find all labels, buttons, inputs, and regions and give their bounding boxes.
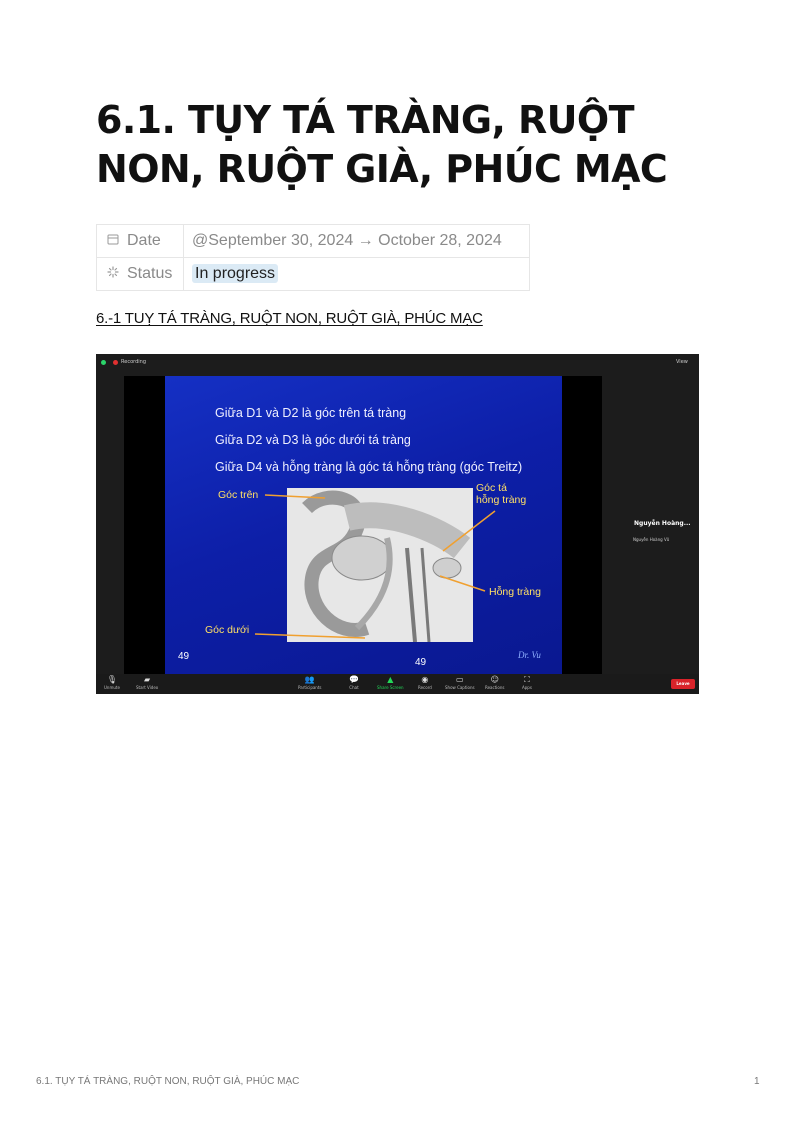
unmute-button[interactable]: 🎙 Unmute [104, 675, 120, 690]
label-goc-duoi: Góc dưới [205, 624, 250, 636]
microphone-muted-icon: 🎙 [106, 675, 118, 684]
presentation-slide: Giữa D1 và D2 là góc trên tá tràng Giữa … [165, 376, 562, 674]
apps-button[interactable]: ⛶ Apps [522, 675, 532, 690]
zoom-screenshot: Recording View Giữa D1 và D2 là góc trên… [96, 354, 699, 694]
property-value-status[interactable]: In progress [183, 257, 530, 291]
property-row-status: Status In progress [96, 257, 530, 291]
participants-button[interactable]: 👥 Participants [298, 675, 322, 690]
recording-label: Recording [121, 359, 147, 365]
slide-number-center: 49 [415, 657, 427, 668]
label-hong-trang: Hỗng tràng [489, 586, 541, 598]
label-goc-tren: Góc trên [218, 489, 259, 501]
start-video-button[interactable]: ▰ Start Video [136, 675, 158, 690]
zoom-top-bar: Recording View [96, 354, 699, 372]
shield-icon [101, 360, 106, 365]
label-goc-ta-line1: Góc tá [476, 482, 507, 494]
share-screen-icon: ▲ [387, 675, 394, 684]
page-title-line2: NON, RUỘT GIÀ, PHÚC MẠC [96, 147, 668, 191]
calendar-icon [105, 233, 121, 248]
page-title-line1: 6.1. TỤY TÁ TRÀNG, RUỘT [96, 98, 635, 142]
label-goc-ta-line2: hỗng tràng [476, 494, 527, 506]
record-circle-icon: ◉ [421, 675, 429, 684]
property-key-label: Date [127, 232, 161, 249]
property-key-date[interactable]: Date [96, 224, 184, 258]
slide-number-left: 49 [178, 651, 190, 662]
record-button[interactable]: ◉ Record [418, 675, 432, 690]
video-off-icon: ▰ [144, 675, 151, 684]
property-key-status[interactable]: Status [96, 257, 184, 291]
page-title: 6.1. TỤY TÁ TRÀNG, RUỘT NON, RUỘT GIÀ, P… [96, 96, 716, 194]
property-key-label: Status [127, 265, 173, 282]
captions-icon: ▭ [456, 675, 464, 684]
zoom-toolbar: 🎙 Unmute ▰ Start Video 👥 Participants 💬 Chat… [96, 674, 699, 694]
property-value-date[interactable]: @September 30, 2024 → October 28, 2024 [183, 224, 530, 258]
participant-name[interactable]: Nguyễn Hoàng... [634, 520, 691, 527]
participant-subname: Nguyễn Hoàng Vũ [633, 537, 670, 542]
reactions-icon: ☺ [490, 675, 499, 684]
chat-icon: 💬 [349, 675, 359, 684]
record-icon [113, 360, 118, 365]
view-button[interactable]: View [676, 359, 688, 365]
property-row-date: Date @September 30, 2024 → October 28, 2… [96, 224, 530, 258]
section-link[interactable]: 6.-1 TUỴ TÁ TRÀNG, RUỘT NON, RUỘT GIÀ, P… [96, 310, 483, 327]
page-number: 1 [754, 1076, 760, 1087]
status-spinner-icon [105, 266, 121, 281]
share-screen-button[interactable]: ▲ Share Screen [377, 675, 404, 690]
reactions-button[interactable]: ☺ Reactions [485, 675, 504, 690]
participants-icon: 👥 [304, 675, 315, 684]
status-badge: In progress [192, 264, 279, 283]
properties-table: Date @September 30, 2024 → October 28, 2… [96, 224, 530, 291]
slide-signature: Dr. Vu [518, 650, 541, 660]
captions-button[interactable]: ▭ Show Captions [445, 675, 475, 690]
apps-icon: ⛶ [524, 675, 530, 684]
leave-button[interactable]: Leave [671, 679, 695, 689]
footer-title: 6.1. TỤY TÁ TRÀNG, RUỘT NON, RUỘT GIÀ, P… [36, 1076, 300, 1087]
chat-button[interactable]: 💬 Chat [349, 675, 359, 690]
